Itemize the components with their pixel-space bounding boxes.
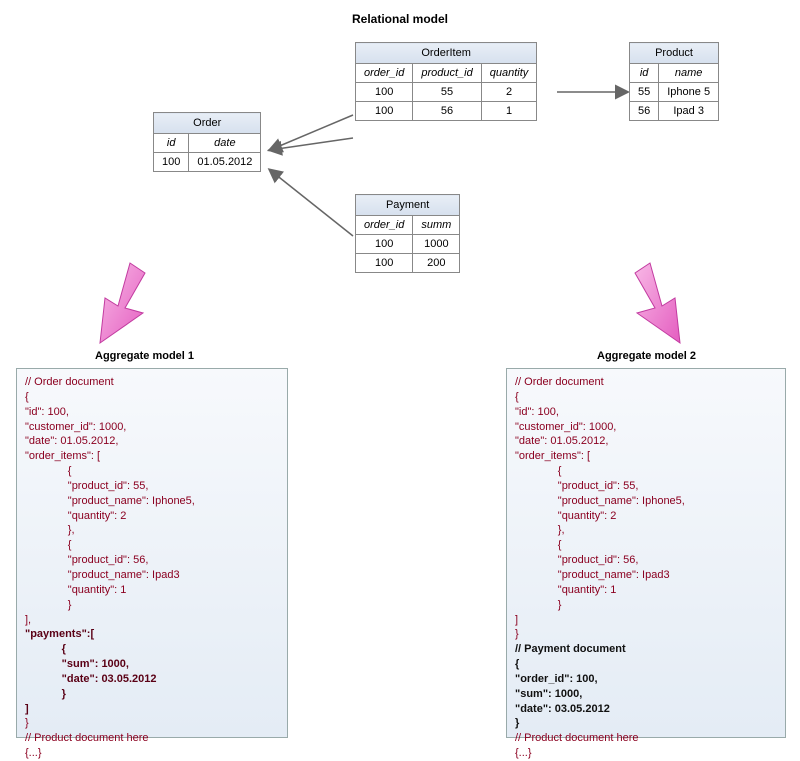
- arrow-right-icon: [625, 258, 695, 348]
- table-product-title: Product: [630, 43, 719, 64]
- aggregate1-document: // Order document { "id": 100, "customer…: [16, 368, 288, 738]
- col-product-id: product_id: [413, 64, 481, 83]
- table-row: 100 1000: [356, 235, 460, 254]
- table-order-col-date: date: [189, 134, 261, 153]
- col-quantity: quantity: [481, 64, 537, 83]
- table-row: 55 Iphone 5: [630, 83, 719, 102]
- aggregate2-document: // Order document { "id": 100, "customer…: [506, 368, 786, 738]
- table-row: 100 200: [356, 254, 460, 273]
- col-order-id: order_id: [356, 64, 413, 83]
- table-orderitem-title: OrderItem: [356, 43, 537, 64]
- table-product: Product id name 55 Iphone 5 56 Ipad 3: [629, 42, 719, 121]
- col-name: name: [659, 64, 719, 83]
- aggregate2-label: Aggregate model 2: [597, 350, 696, 362]
- table-order-title: Order: [154, 113, 261, 134]
- diagram-title: Relational model: [0, 12, 800, 26]
- table-row: 100 55 2: [356, 83, 537, 102]
- col-summ: summ: [413, 216, 460, 235]
- col-id: id: [630, 64, 659, 83]
- table-order: Order id date 100 01.05.2012: [153, 112, 261, 172]
- table-order-col-id: id: [154, 134, 189, 153]
- arrow-left-icon: [85, 258, 155, 348]
- table-orderitem: OrderItem order_id product_id quantity 1…: [355, 42, 537, 121]
- table-row: 100 56 1: [356, 102, 537, 121]
- table-payment-title: Payment: [356, 195, 460, 216]
- aggregate1-label: Aggregate model 1: [95, 350, 194, 362]
- table-row: 56 Ipad 3: [630, 102, 719, 121]
- table-payment: Payment order_id summ 100 1000 100 200: [355, 194, 460, 273]
- table-row: 100 01.05.2012: [154, 153, 261, 172]
- col-order-id: order_id: [356, 216, 413, 235]
